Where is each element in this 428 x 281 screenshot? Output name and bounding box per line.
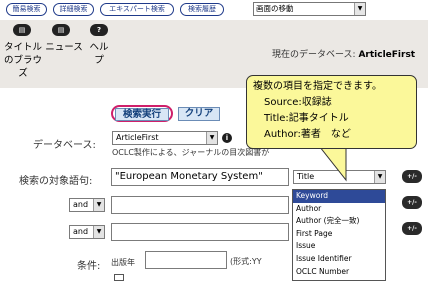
help-label[interactable]: ヘルプ [85, 41, 113, 67]
browse-label[interactable]: タイトル のブラウ ズ [4, 41, 42, 80]
database-select[interactable]: ArticleFirst ▼ [112, 131, 218, 145]
date-format-hint: (形式:YY [230, 257, 262, 266]
chevron-down-icon: ▼ [93, 199, 104, 211]
search-execute-button[interactable]: 検索実行 [115, 108, 169, 121]
chevron-down-icon: ▼ [374, 171, 385, 183]
news-icon[interactable]: ▤ [52, 24, 70, 36]
nav-basic-search-button[interactable]: 簡易検索 [6, 3, 47, 16]
nav-history-button[interactable]: 検索履歴 [180, 3, 224, 16]
conditions-label: 条件: [77, 261, 101, 272]
nav-advanced-search-button[interactable]: 詳細検索 [53, 3, 94, 16]
database-label: データベース: [33, 140, 96, 151]
checkbox[interactable] [114, 274, 124, 281]
dropdown-option[interactable]: Issue Identifier [293, 253, 385, 266]
publication-year-label: 出版年 [111, 258, 135, 267]
callout-line-3: Title:記事タイトル [264, 113, 349, 124]
boolean-operator-select-2[interactable]: and ▼ [69, 198, 105, 212]
nav-expert-search-button[interactable]: エキスパート検索 [100, 3, 174, 16]
current-database: 現在のデータベース: ArticleFirst [272, 47, 415, 60]
clear-button[interactable]: クリア [178, 107, 220, 121]
boolean-operator-select-3[interactable]: and ▼ [69, 225, 105, 239]
browse-icon[interactable]: ▤ [13, 24, 31, 36]
callout-line-4: Author:著者 など [264, 129, 351, 140]
top-nav-bar: 簡易検索 詳細検索 エキスパート検索 検索履歴 画面の移動 ▼ [0, 0, 428, 20]
current-database-prefix: 現在のデータベース: [272, 50, 356, 60]
callout-line-2: Source:収録誌 [264, 97, 332, 108]
boolean-operator-2-value: and [73, 200, 89, 209]
screen-move-select-value: 画面の移動 [256, 4, 294, 13]
screen-move-select[interactable]: 画面の移動 ▼ [253, 2, 366, 16]
chevron-down-icon: ▼ [206, 132, 217, 144]
current-database-name: ArticleFirst [358, 50, 416, 60]
info-icon[interactable]: i [222, 133, 232, 143]
dropdown-option[interactable]: Issue [293, 240, 385, 253]
add-remove-row-icon[interactable]: +/- [402, 170, 422, 183]
field-dropdown-list: Keyword Author Author (完全一致) First Page … [292, 189, 386, 281]
boolean-operator-3-value: and [73, 227, 89, 236]
add-remove-row-icon[interactable]: +/- [402, 222, 422, 235]
help-icon[interactable]: ? [90, 24, 108, 36]
dropdown-option[interactable]: First Page [293, 228, 385, 241]
add-remove-row-icon[interactable]: +/- [402, 196, 422, 209]
dropdown-option[interactable]: Author (完全一致) [293, 215, 385, 228]
publication-year-input[interactable] [145, 251, 227, 269]
search-term-label: 検索の対象語句: [19, 176, 93, 187]
chevron-down-icon: ▼ [93, 226, 104, 238]
search-term-input-3[interactable] [111, 223, 289, 241]
dropdown-option[interactable]: Keyword [293, 190, 385, 203]
dropdown-option[interactable]: Author [293, 203, 385, 216]
news-label[interactable]: ニュース [44, 41, 84, 54]
annotation-callout: 複数の項目を指定できます。 Source:収録誌 Title:記事タイトル Au… [246, 75, 417, 149]
search-term-input-1[interactable]: "European Monetary System" [111, 168, 289, 186]
database-description: OCLC製作による、ジャーナルの目次図書が [112, 148, 270, 157]
dropdown-option[interactable]: OCLC Number [293, 266, 385, 279]
search-button-highlight: 検索実行 [111, 105, 173, 122]
database-select-value: ArticleFirst [116, 133, 159, 142]
search-term-input-2[interactable] [111, 196, 289, 214]
chevron-down-icon: ▼ [354, 3, 365, 15]
callout-line-1: 複数の項目を指定できます。 [253, 81, 382, 92]
